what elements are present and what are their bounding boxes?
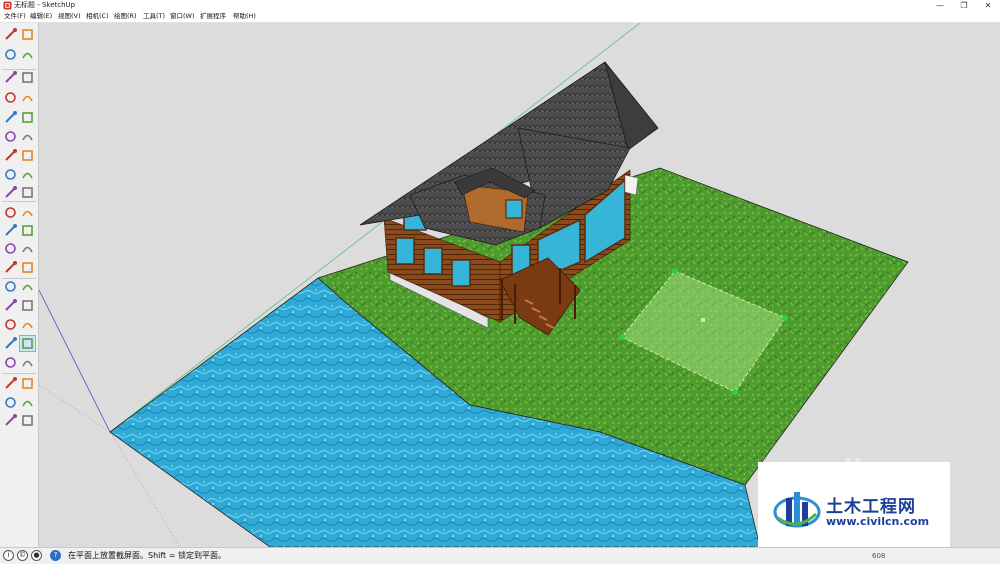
eraser-icon[interactable]	[20, 47, 35, 62]
status-bar: i © ● ? 在平面上放置截屏面。Shift = 锁定到平面。 608	[0, 547, 1000, 564]
window-title: 无标题 - SketchUp	[14, 1, 76, 9]
close-button[interactable]: ✕	[976, 0, 1000, 11]
back-view-icon[interactable]	[3, 413, 18, 428]
orbit-tool-icon[interactable]	[3, 279, 18, 294]
move-tool-icon[interactable]	[3, 167, 18, 182]
info-icon[interactable]: i	[3, 550, 14, 561]
walk-tool-icon[interactable]	[3, 355, 18, 370]
credits-icon[interactable]: ©	[17, 550, 28, 561]
iso-view-icon[interactable]	[3, 376, 18, 391]
line-tool-icon[interactable]	[3, 70, 18, 85]
protractor-icon[interactable]	[3, 241, 18, 256]
menu-tools[interactable]: 工具(T)	[143, 11, 165, 22]
sketchup-logo-icon	[3, 1, 12, 10]
menu-extensions[interactable]: 扩展程序	[200, 11, 226, 22]
right-view-icon[interactable]	[20, 395, 35, 410]
follow-me-icon[interactable]	[20, 185, 35, 200]
offset-tool-icon[interactable]	[20, 205, 35, 220]
3d-text-icon[interactable]	[20, 260, 35, 275]
civilcn-logo-icon	[773, 492, 821, 528]
toolbar-separator	[2, 201, 36, 202]
paint-bucket-icon[interactable]	[3, 47, 18, 62]
watermark-panel: 土木工程网 www.civilcn.com	[758, 462, 950, 557]
previous-view-icon[interactable]	[20, 317, 35, 332]
top-view-icon[interactable]	[20, 376, 35, 391]
menu-view[interactable]: 视图(V)	[58, 11, 81, 22]
zoom-window-icon[interactable]	[20, 298, 35, 313]
look-around-icon[interactable]	[19, 335, 36, 352]
measurement-value[interactable]: 608	[872, 548, 885, 564]
status-message: 在平面上放置截屏面。Shift = 锁定到平面。	[68, 551, 226, 560]
arc-tool-icon[interactable]	[3, 129, 18, 144]
rotate-tool-icon[interactable]	[3, 185, 18, 200]
corner-handle[interactable]	[732, 389, 738, 395]
toolbar-separator	[2, 278, 36, 279]
minimize-button[interactable]: —	[928, 0, 952, 11]
select-tool-icon[interactable]	[3, 27, 18, 42]
title-bar: 无标题 - SketchUp — ❐ ✕	[0, 0, 1000, 11]
corner-handle[interactable]	[782, 315, 788, 321]
axis-guide	[39, 384, 111, 433]
menu-bar: 文件(F) 编辑(E) 视图(V) 相机(C) 绘图(R) 工具(T) 窗口(W…	[0, 11, 1000, 23]
section-plane-icon[interactable]	[20, 355, 35, 370]
toolbar-separator	[2, 69, 36, 70]
pan-tool-icon[interactable]	[20, 279, 35, 294]
rotated-rectangle-icon[interactable]	[20, 90, 35, 105]
freehand-tool-icon[interactable]	[20, 70, 35, 85]
user-icon[interactable]: ●	[31, 550, 42, 561]
menu-help[interactable]: 帮助(H)	[233, 11, 256, 22]
dimension-tool-icon[interactable]	[20, 223, 35, 238]
axes-tool-icon[interactable]	[3, 260, 18, 275]
blue-axis	[39, 289, 111, 433]
pie-tool-icon[interactable]	[20, 148, 35, 163]
push-pull-icon[interactable]	[20, 167, 35, 182]
two-point-arc-icon[interactable]	[20, 129, 35, 144]
zoom-extents-icon[interactable]	[3, 317, 18, 332]
position-camera-icon[interactable]	[3, 336, 18, 351]
polygon-tool-icon[interactable]	[20, 110, 35, 125]
menu-edit[interactable]: 编辑(E)	[30, 11, 52, 22]
corner-handle[interactable]	[672, 268, 678, 274]
left-view-icon[interactable]	[20, 413, 35, 428]
tape-measure-icon[interactable]	[3, 223, 18, 238]
restore-button[interactable]: ❐	[952, 0, 976, 11]
scale-tool-icon[interactable]	[3, 205, 18, 220]
menu-window[interactable]: 窗口(W)	[170, 11, 195, 22]
front-view-icon[interactable]	[3, 395, 18, 410]
menu-camera[interactable]: 相机(C)	[86, 11, 109, 22]
watermark-url: www.civilcn.com	[826, 515, 930, 528]
circle-tool-icon[interactable]	[3, 110, 18, 125]
watermark-title: 土木工程网	[826, 497, 916, 517]
three-point-arc-icon[interactable]	[3, 148, 18, 163]
tool-palette	[0, 23, 39, 547]
help-icon[interactable]: ?	[50, 550, 61, 561]
toolbar-separator	[2, 373, 36, 374]
text-tool-icon[interactable]	[20, 241, 35, 256]
menu-draw[interactable]: 绘图(R)	[114, 11, 137, 22]
corner-handle[interactable]	[619, 334, 625, 340]
rectangle-tool-icon[interactable]	[3, 90, 18, 105]
make-component-icon[interactable]	[20, 27, 35, 42]
zoom-tool-icon[interactable]	[3, 298, 18, 313]
center-marker	[701, 318, 705, 322]
menu-file[interactable]: 文件(F)	[4, 11, 26, 22]
